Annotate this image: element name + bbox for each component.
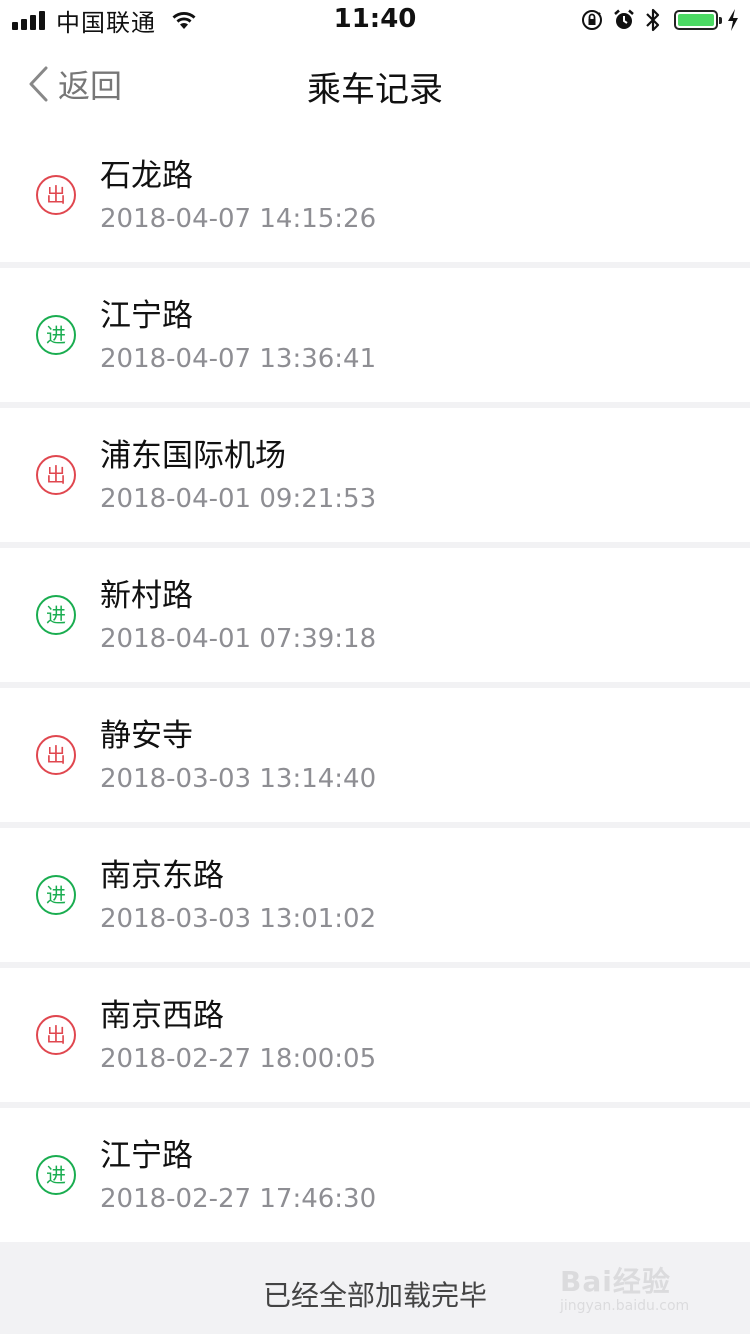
battery-level — [678, 14, 714, 26]
station-name: 石龙路 — [100, 158, 193, 194]
ride-record-list: 出 石龙路 2018-04-07 14:15:26 进 江宁路 2018-04-… — [0, 128, 750, 1248]
direction-badge: 进 — [36, 595, 76, 635]
record-item[interactable]: 进 南京东路 2018-03-03 13:01:02 — [0, 828, 750, 962]
direction-badge: 出 — [36, 1015, 76, 1055]
watermark-url: jingyan.baidu.com — [560, 1298, 690, 1314]
record-time: 2018-04-07 14:15:26 — [100, 204, 377, 234]
record-item[interactable]: 出 静安寺 2018-03-03 13:14:40 — [0, 688, 750, 822]
page-title: 乘车记录 — [307, 70, 443, 110]
record-item[interactable]: 出 南京西路 2018-02-27 18:00:05 — [0, 968, 750, 1102]
record-item[interactable]: 出 浦东国际机场 2018-04-01 09:21:53 — [0, 408, 750, 542]
record-time: 2018-02-27 18:00:05 — [100, 1044, 377, 1074]
watermark-logo: Bai经验 — [560, 1265, 671, 1298]
record-item[interactable]: 进 江宁路 2018-02-27 17:46:30 — [0, 1108, 750, 1242]
direction-badge: 出 — [36, 455, 76, 495]
charging-icon — [728, 9, 738, 31]
baidu-jingyan-watermark: Bai经验 jingyan.baidu.com — [560, 1260, 710, 1320]
battery-icon — [674, 10, 722, 30]
record-item[interactable]: 出 石龙路 2018-04-07 14:15:26 — [0, 128, 750, 262]
direction-badge: 进 — [36, 875, 76, 915]
record-time: 2018-04-01 07:39:18 — [100, 624, 377, 654]
record-time: 2018-03-03 13:14:40 — [100, 764, 377, 794]
alarm-icon — [614, 9, 634, 29]
bluetooth-icon — [646, 8, 660, 32]
status-right — [572, 6, 740, 34]
station-name: 新村路 — [100, 578, 193, 614]
direction-badge: 出 — [36, 735, 76, 775]
station-name: 江宁路 — [100, 298, 193, 334]
station-name: 南京西路 — [100, 998, 224, 1034]
nav-bar: 返回 乘车记录 — [0, 40, 750, 128]
record-time: 2018-04-07 13:36:41 — [100, 344, 377, 374]
station-name: 静安寺 — [100, 718, 193, 754]
direction-badge: 进 — [36, 315, 76, 355]
record-time: 2018-02-27 17:46:30 — [100, 1184, 377, 1214]
direction-badge: 出 — [36, 175, 76, 215]
direction-badge: 进 — [36, 1155, 76, 1195]
record-time: 2018-04-01 09:21:53 — [100, 484, 377, 514]
station-name: 浦东国际机场 — [100, 438, 286, 474]
record-item[interactable]: 进 江宁路 2018-04-07 13:36:41 — [0, 268, 750, 402]
orientation-lock-icon — [582, 10, 602, 30]
station-name: 江宁路 — [100, 1138, 193, 1174]
list-footer: 已经全部加载完毕 Bai经验 jingyan.baidu.com — [0, 1244, 750, 1334]
status-bar: 中国联通 11:40 — [0, 0, 750, 40]
station-name: 南京东路 — [100, 858, 224, 894]
record-time: 2018-03-03 13:01:02 — [100, 904, 377, 934]
record-item[interactable]: 进 新村路 2018-04-01 07:39:18 — [0, 548, 750, 682]
